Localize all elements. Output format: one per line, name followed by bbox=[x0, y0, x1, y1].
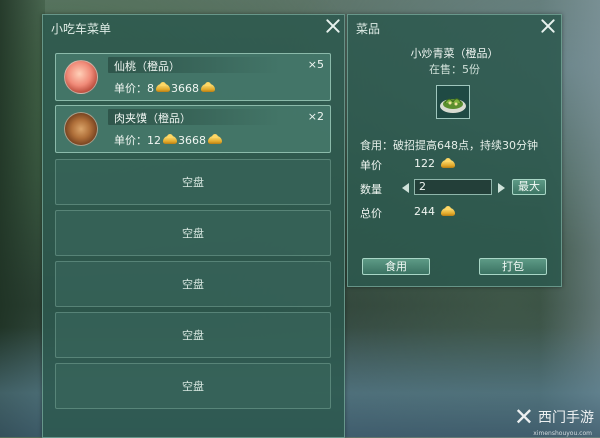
dish-name: 小炒青菜（橙品） bbox=[410, 47, 499, 60]
menu-item-card[interactable]: 肉夹馍（橙品） ×2 单价：12 3668 bbox=[55, 105, 331, 153]
item-total-price: 3668 bbox=[171, 81, 199, 95]
dish-icon-art bbox=[440, 98, 466, 113]
quantity-input[interactable]: 2 bbox=[414, 179, 492, 195]
gold-ingot-icon bbox=[441, 157, 455, 168]
menu-title: 小吃车菜单 bbox=[51, 22, 112, 36]
item-unit-price: 单价：8 bbox=[114, 82, 154, 95]
max-button[interactable]: 最大 bbox=[512, 179, 546, 195]
item-name: 肉夹馍（橙品） bbox=[114, 112, 191, 125]
empty-slot[interactable]: 空盘 bbox=[55, 312, 331, 358]
stir-fried-greens-icon bbox=[436, 85, 470, 119]
eat-button[interactable]: 食用 bbox=[362, 258, 430, 275]
increase-arrow-icon[interactable] bbox=[498, 183, 505, 193]
empty-slot[interactable]: 空盘 bbox=[55, 210, 331, 256]
menu-close-button[interactable] bbox=[324, 17, 342, 35]
item-name: 仙桃（橙品） bbox=[114, 60, 180, 73]
dish-panel: 菜品 小炒青菜（橙品） 在售：5份 食用：破招提高648点，持续30分钟 单价 … bbox=[347, 14, 562, 287]
unit-price-row: 122 bbox=[414, 157, 456, 170]
pack-button[interactable]: 打包 bbox=[479, 258, 547, 275]
gold-ingot-icon bbox=[163, 134, 177, 144]
total-row: 244 bbox=[414, 205, 456, 218]
empty-slot[interactable]: 空盘 bbox=[55, 159, 331, 205]
gold-ingot-icon bbox=[201, 82, 215, 92]
gold-ingot-icon bbox=[208, 134, 222, 144]
total-value: 244 bbox=[414, 205, 435, 218]
watermark-text: 西门手游 bbox=[538, 410, 594, 426]
gold-ingot-icon bbox=[156, 82, 170, 92]
empty-slot[interactable]: 空盘 bbox=[55, 261, 331, 307]
item-quantity: ×5 bbox=[307, 58, 324, 71]
watermark: ✕ 西门手游 bbox=[514, 403, 594, 431]
dish-panel-title: 菜品 bbox=[356, 22, 381, 36]
meat-bun-icon bbox=[64, 112, 98, 146]
dish-close-button[interactable] bbox=[539, 17, 557, 35]
item-total-price: 3668 bbox=[178, 133, 206, 147]
gold-ingot-icon bbox=[441, 205, 455, 216]
item-price-row: 单价：8 3668 bbox=[114, 80, 216, 96]
menu-panel: 小吃车菜单 仙桃（橙品） ×5 单价：8 3668 肉夹馍（橙品） ×2 单价：… bbox=[42, 14, 345, 438]
dish-sale-info: 在售：5份 bbox=[429, 63, 480, 76]
watermark-url: ximenshouyou.com bbox=[533, 430, 592, 437]
decrease-arrow-icon[interactable] bbox=[402, 183, 409, 193]
item-unit-price: 单价：12 bbox=[114, 134, 161, 147]
item-price-row: 单价：12 3668 bbox=[114, 132, 223, 148]
unit-price-label: 单价 bbox=[360, 159, 382, 172]
total-label: 总价 bbox=[360, 207, 382, 220]
dish-effect: 食用：破招提高648点，持续30分钟 bbox=[360, 139, 538, 152]
item-quantity: ×2 bbox=[307, 110, 324, 123]
watermark-logo-icon: ✕ bbox=[513, 403, 534, 431]
peach-icon bbox=[64, 60, 98, 94]
empty-slot[interactable]: 空盘 bbox=[55, 363, 331, 409]
menu-item-card[interactable]: 仙桃（橙品） ×5 单价：8 3668 bbox=[55, 53, 331, 101]
unit-price-value: 122 bbox=[414, 157, 435, 170]
quantity-label: 数量 bbox=[360, 183, 382, 196]
